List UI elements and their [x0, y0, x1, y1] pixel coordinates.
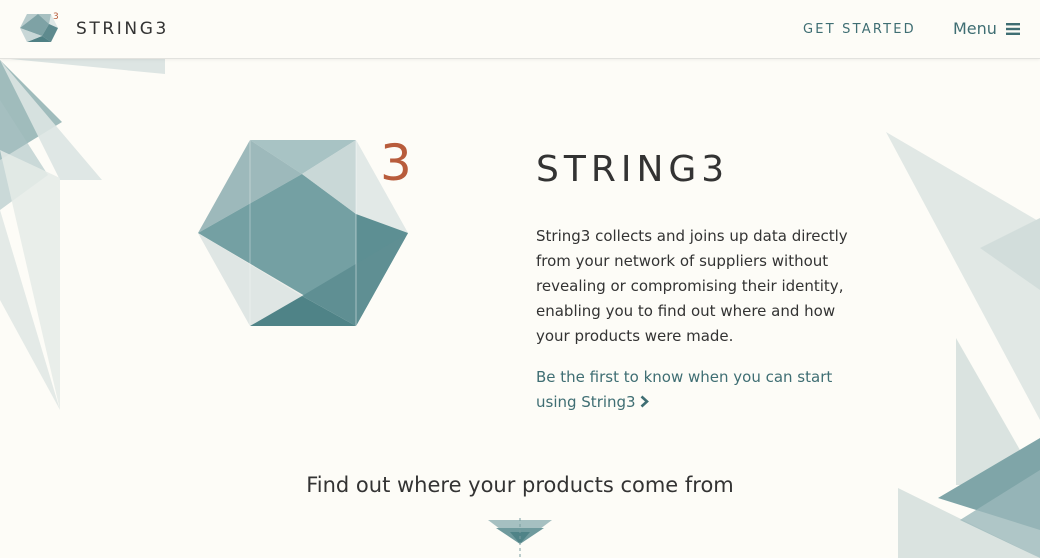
hero-description: String3 collects and joins up data direc…: [536, 227, 848, 345]
section-heading: Find out where your products come from: [306, 473, 734, 497]
hamburger-icon: [1005, 22, 1020, 35]
signup-cta-link[interactable]: Be the first to know when you can start …: [536, 365, 866, 415]
menu-label: Menu: [953, 19, 997, 38]
hero-logo-icon: 3: [198, 136, 412, 326]
chevron-right-icon: [640, 395, 649, 407]
hero-text-block: STRING3 String3 collects and joins up da…: [536, 148, 866, 415]
menu-button[interactable]: Menu: [953, 19, 1020, 38]
down-triangle-icon[interactable]: [486, 518, 554, 558]
signup-cta-label: Be the first to know when you can start …: [536, 368, 833, 411]
hero-title: STRING3: [536, 149, 730, 190]
header-logo-link[interactable]: 3 STRING3: [0, 0, 168, 58]
get-started-link[interactable]: GET STARTED: [803, 22, 916, 37]
brand-name: STRING3: [76, 19, 169, 39]
hero-logo-superscript: 3: [380, 136, 412, 192]
hexagon-cube-icon: 3: [20, 12, 59, 42]
logo-superscript: 3: [53, 12, 59, 22]
top-navigation-bar: 3 STRING3 GET STARTED Menu: [0, 0, 1040, 59]
